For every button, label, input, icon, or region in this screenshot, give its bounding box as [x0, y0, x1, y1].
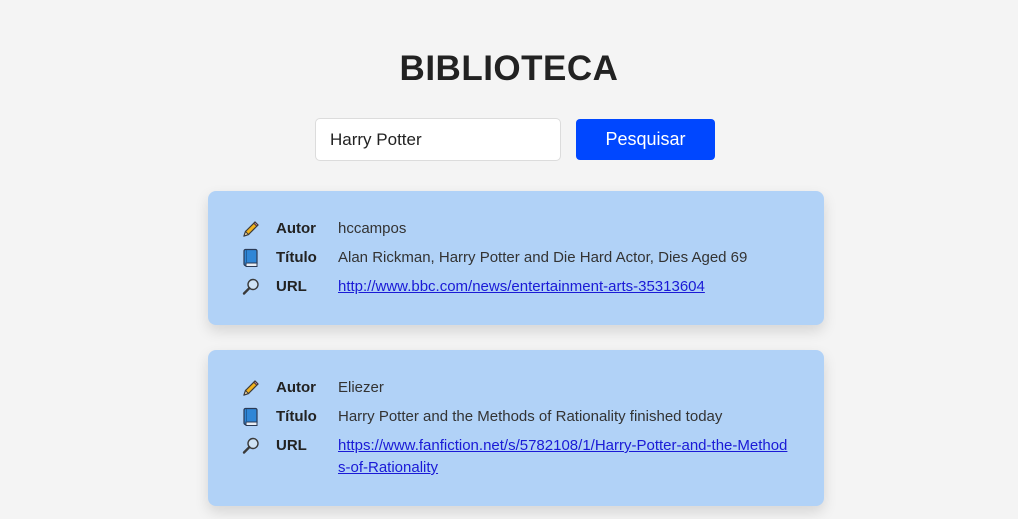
- result-card: Autor hccampos Título Alan Rickman, Harr…: [208, 191, 824, 325]
- url-link[interactable]: https://www.fanfiction.net/s/5782108/1/H…: [338, 437, 787, 476]
- results-list: Autor hccampos Título Alan Rickman, Harr…: [208, 191, 824, 519]
- title-label: Título: [276, 408, 317, 425]
- book-icon: [240, 247, 262, 269]
- magnifier-icon: [240, 276, 262, 298]
- url-link[interactable]: http://www.bbc.com/news/entertainment-ar…: [338, 278, 705, 295]
- url-label: URL: [276, 437, 307, 454]
- author-value: hccampos: [338, 220, 407, 237]
- search-bar: Pesquisar: [315, 118, 715, 161]
- pencil-icon: [240, 377, 262, 399]
- url-value: https://www.fanfiction.net/s/5782108/1/H…: [338, 435, 794, 479]
- url-row: URL http://www.bbc.com/news/entertainmen…: [240, 276, 794, 298]
- author-value: Eliezer: [338, 379, 384, 396]
- title-value: Alan Rickman, Harry Potter and Die Hard …: [338, 249, 748, 266]
- author-label: Autor: [276, 379, 316, 396]
- search-button[interactable]: Pesquisar: [576, 119, 715, 160]
- search-input[interactable]: [315, 118, 561, 161]
- title-row: Título Alan Rickman, Harry Potter and Di…: [240, 247, 794, 269]
- url-label: URL: [276, 278, 307, 295]
- author-row: Autor Eliezer: [240, 377, 794, 399]
- author-row: Autor hccampos: [240, 218, 794, 240]
- url-row: URL https://www.fanfiction.net/s/5782108…: [240, 435, 794, 479]
- book-icon: [240, 406, 262, 428]
- pencil-icon: [240, 218, 262, 240]
- title-row: Título Harry Potter and the Methods of R…: [240, 406, 794, 428]
- author-label: Autor: [276, 220, 316, 237]
- magnifier-icon: [240, 435, 262, 457]
- title-value: Harry Potter and the Methods of Rational…: [338, 408, 723, 425]
- url-value: http://www.bbc.com/news/entertainment-ar…: [338, 276, 794, 298]
- result-card: Autor Eliezer Título Harry Potter and th…: [208, 350, 824, 506]
- page-title: BIBLIOTECA: [399, 49, 619, 88]
- title-label: Título: [276, 249, 317, 266]
- page: BIBLIOTECA Pesquisar Autor hccampos: [0, 0, 1018, 519]
